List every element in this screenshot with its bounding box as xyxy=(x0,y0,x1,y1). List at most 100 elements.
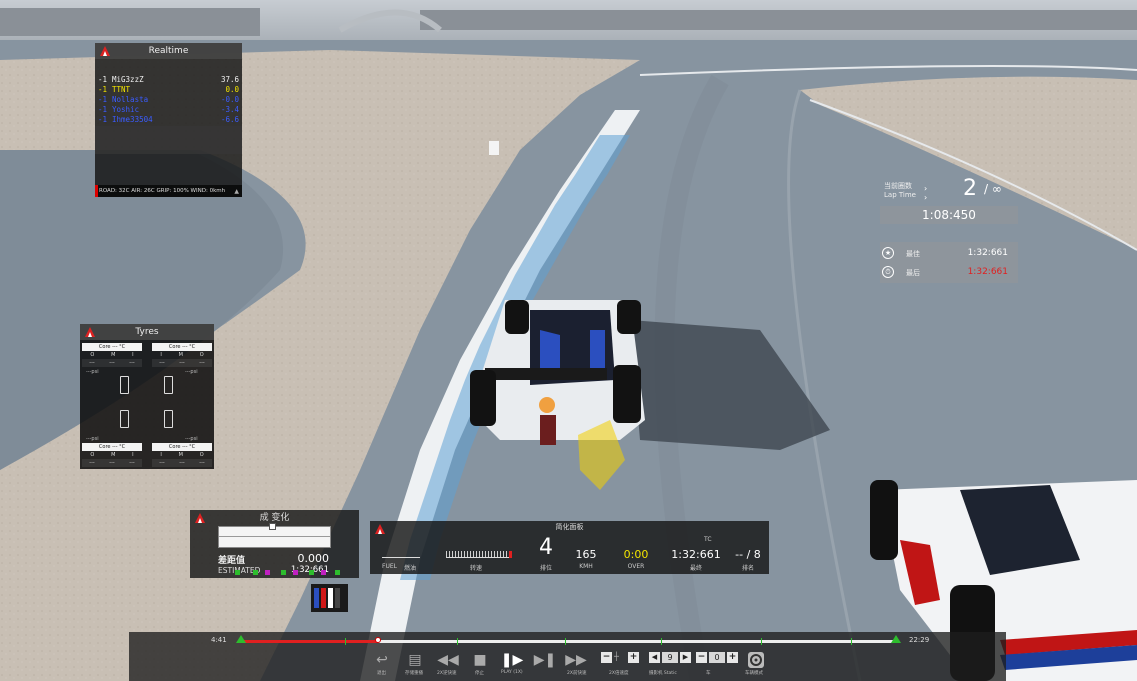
sector-dot xyxy=(265,570,270,575)
speed-stepper: − ┼ + xyxy=(601,651,639,664)
tyres-title: Tyres xyxy=(135,327,159,337)
realtime-row: -1 Ihme33504 -6.6 xyxy=(95,115,242,125)
best-lap-row: ★ 最佳 1:32:661 xyxy=(880,245,1018,263)
tyre-omi-values: --- --- --- xyxy=(152,459,212,467)
tyre-core-temp: Core --- °C xyxy=(82,443,142,451)
save-icon[interactable]: ▤ xyxy=(407,650,423,670)
tyres-titlebar[interactable]: Tyres xyxy=(80,324,214,340)
tyre-omi-values: --- --- --- xyxy=(82,359,142,367)
current-lap-label: 当前圈数 xyxy=(884,182,912,190)
realtime-row: -1 Yoshic -3.4 xyxy=(95,105,242,115)
tyres-panel: Tyres Core --- °C O M I --- --- --- Core ---… xyxy=(80,324,214,469)
sector-dot xyxy=(293,570,298,575)
omi-val: --- xyxy=(179,360,185,366)
car-label: 车 xyxy=(706,671,711,676)
expand-icon[interactable]: ▲ xyxy=(234,188,239,195)
omi-val: --- xyxy=(129,460,135,466)
tyre-omi-values: --- --- --- xyxy=(152,359,212,367)
ac-logo-icon xyxy=(194,512,206,524)
car-minus-button[interactable]: − xyxy=(696,652,707,663)
driver-gap: -3.4 xyxy=(220,105,239,114)
save-label: 存储重播 xyxy=(405,671,423,676)
sector-dot xyxy=(335,570,340,575)
tyre-rear-left-footer: Core --- °C O M I --- --- --- xyxy=(82,443,142,467)
timeline-end-marker xyxy=(891,635,901,643)
timeline-tick xyxy=(661,638,662,645)
last-lap-label: 最终 xyxy=(689,565,702,572)
fast-forward-icon[interactable]: ▶▶ xyxy=(565,650,587,670)
dashboard-titlebar[interactable]: 简化面板 xyxy=(370,521,769,535)
play-pause-icon[interactable]: ❚▶ xyxy=(501,650,524,670)
camera-label: 摄影机 Static xyxy=(649,671,677,676)
rewind-icon[interactable]: ◀◀ xyxy=(437,650,459,670)
car-plus-button[interactable]: + xyxy=(727,652,738,663)
replay-timeline[interactable] xyxy=(236,635,901,645)
camera-prev-button[interactable]: ◀ xyxy=(649,652,660,663)
essentials-dashboard: 简化面板 FUEL 燃油 转速 4 排位 165 KMH 0:00 OVER T… xyxy=(370,521,769,574)
realtime-titlebar[interactable]: Realtime xyxy=(95,43,242,59)
ac-logo-icon xyxy=(374,523,386,535)
omi-val: --- xyxy=(159,360,165,366)
replay-controls: 4:41 22:29 ↩ 退出 ▤ 存储重播 ◀◀ 2X逆快速 ■ 停止 ❚▶ … xyxy=(129,632,1006,681)
omi-m: M xyxy=(178,352,183,358)
distance-marker xyxy=(489,141,499,155)
omi-m: M xyxy=(111,452,116,458)
best-lap-time: 1:32:661 xyxy=(967,248,1008,258)
omi-val: --- xyxy=(159,460,165,466)
stop-label: 停止 xyxy=(475,671,484,676)
position-label: 排位 xyxy=(539,565,552,572)
rank-value: -- / 8 xyxy=(735,548,761,561)
driver-pos: -1 xyxy=(98,115,108,124)
driver-name: TTNT xyxy=(112,85,131,94)
camera-next-button[interactable]: ▶ xyxy=(680,652,691,663)
delta-label: 差距值 xyxy=(218,556,246,566)
omi-o: O xyxy=(90,452,95,458)
tyre-psi-rr: ---psi xyxy=(185,436,198,442)
delta-value: 0.000 xyxy=(297,552,330,565)
driver-name: Ihme33504 xyxy=(112,115,153,124)
omi-i: I xyxy=(160,452,162,458)
sector-dots xyxy=(235,570,340,575)
replay-scrubber[interactable] xyxy=(375,637,382,643)
realtime-row: -1 Nollasta -0.0 xyxy=(95,95,242,105)
realtime-panel: Realtime -1 MiG3zzZ 37.6 -1 TTNT 0.0 -1 … xyxy=(95,43,242,197)
omi-m: M xyxy=(111,352,116,358)
tyre-fr-icon xyxy=(164,376,173,394)
fuel-bar xyxy=(382,551,420,558)
omi-val: --- xyxy=(109,460,115,466)
speed-plus-button[interactable]: + xyxy=(628,652,639,663)
tyre-fl-icon xyxy=(120,376,129,394)
star-icon: ★ xyxy=(882,247,894,259)
fuel-label-cn: 燃油 xyxy=(404,565,417,572)
speed-label: 2X倍速度 xyxy=(609,671,629,676)
driver-gap: -6.6 xyxy=(220,115,239,124)
forward-label: 2X前快速 xyxy=(567,671,587,676)
camera-stepper: ◀ 9 ▶ xyxy=(649,651,691,664)
cockpit-icon[interactable] xyxy=(746,650,766,670)
stopwatch-icon: ⏱ xyxy=(882,266,894,278)
lap-total: / ∞ xyxy=(984,182,1002,196)
lap-labels: 当前圈数 Lap Time xyxy=(884,182,916,200)
exit-icon[interactable]: ↩ xyxy=(375,650,389,670)
speed-minus-button[interactable]: − xyxy=(601,652,612,663)
over-value: 0:00 xyxy=(623,548,649,561)
omi-val: --- xyxy=(89,460,95,466)
sector-dot xyxy=(321,570,326,575)
driver-name: Yoshic xyxy=(112,105,140,114)
car-stepper: − 0 + xyxy=(696,651,738,664)
omi-o: O xyxy=(90,352,95,358)
stop-icon[interactable]: ■ xyxy=(473,650,487,670)
ac-logo-icon xyxy=(99,45,111,57)
realtime-list: -1 MiG3zzZ 37.6 -1 TTNT 0.0 -1 Nollasta … xyxy=(95,59,242,125)
sector-dot xyxy=(309,570,314,575)
step-forward-icon[interactable]: ▶❚ xyxy=(534,650,557,670)
timeline-tick xyxy=(345,638,346,645)
rank-label: 排名 xyxy=(741,565,754,572)
tyre-front-left-header: Core --- °C O M I --- --- --- xyxy=(82,343,142,367)
driver-name: Nollasta xyxy=(112,95,149,104)
exit-label: 退出 xyxy=(377,671,386,676)
rpm-bar xyxy=(446,551,512,558)
replay-time-end: 22:29 xyxy=(909,636,930,644)
sector-dot xyxy=(281,570,286,575)
omi-val: --- xyxy=(199,460,205,466)
